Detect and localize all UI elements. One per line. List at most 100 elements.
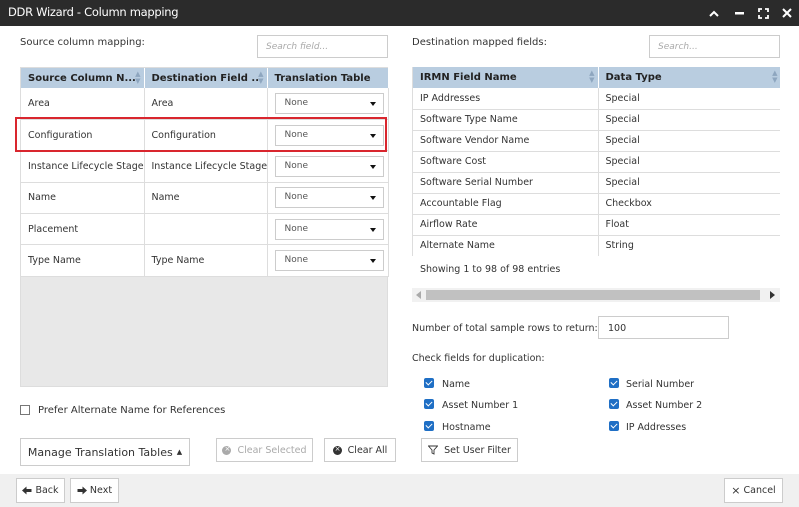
dup-label-hostname: Hostname	[442, 422, 491, 433]
dup-checkbox-asset-number-1[interactable]	[424, 399, 434, 409]
minimize-icon[interactable]	[728, 0, 750, 26]
close-icon[interactable]	[776, 0, 798, 26]
table-row[interactable]: Instance Lifecycle Stage Instance Lifecy…	[21, 150, 389, 183]
field-name-cell: Airflow Rate	[413, 214, 599, 236]
column-header-source[interactable]: Source Column N... ▲ ▼	[21, 68, 145, 88]
close-icon: ×	[731, 484, 741, 497]
translation-cell: None	[267, 244, 389, 277]
clear-circle-icon: ×	[332, 444, 342, 455]
table-row[interactable]: Type Name Type Name None	[21, 244, 389, 277]
clear-selected-button[interactable]: × Clear Selected	[216, 438, 313, 462]
entries-info: Showing 1 to 98 of 98 entries	[420, 264, 561, 275]
table-row[interactable]: Software Serial Number Special	[413, 172, 780, 194]
translation-select[interactable]: None	[274, 155, 384, 177]
data-type-cell: Checkbox	[598, 193, 780, 215]
dup-checkbox-hostname[interactable]	[424, 421, 434, 431]
cancel-button[interactable]: × Cancel	[724, 478, 783, 503]
destination-cell	[144, 213, 268, 246]
translation-select[interactable]: None	[274, 218, 384, 240]
caret-up-icon: ▲	[176, 448, 183, 456]
horizontal-scrollbar[interactable]	[412, 288, 780, 302]
table-row[interactable]: Name Name None	[21, 182, 389, 215]
translation-cell: None	[267, 88, 389, 120]
column-header-translation[interactable]: Translation Table	[267, 68, 389, 88]
data-type-cell: Special	[598, 130, 780, 152]
highlight-box	[15, 117, 387, 152]
dup-checkbox-asset-number-2[interactable]	[609, 399, 619, 409]
source-cell: Area	[21, 88, 145, 120]
destination-mapped-heading: Destination mapped fields:	[412, 37, 547, 48]
dup-checkbox-serial-number[interactable]	[609, 378, 619, 388]
table-row[interactable]: Area Area None	[21, 88, 389, 120]
source-cell: Instance Lifecycle Stage	[21, 150, 145, 183]
field-name-cell: Software Vendor Name	[413, 130, 599, 152]
translation-select[interactable]: None	[274, 92, 384, 114]
dropdown-arrow-icon	[369, 164, 376, 169]
destination-cell: Name	[144, 182, 268, 215]
sort-icon: ▲ ▼	[135, 70, 141, 85]
set-user-filter-button[interactable]: Set User Filter	[421, 438, 518, 462]
field-name-cell: IP Addresses	[413, 88, 599, 110]
dup-checkbox-name[interactable]	[424, 378, 434, 388]
column-header-destination[interactable]: Destination Field ... ▲ ▼	[144, 68, 268, 88]
translation-cell: None	[267, 182, 389, 215]
translation-cell: None	[267, 213, 389, 246]
arrow-right-icon	[77, 486, 87, 495]
destination-cell: Area	[144, 88, 268, 120]
data-type-cell: Special	[598, 172, 780, 194]
next-button[interactable]: Next	[70, 478, 119, 503]
prefer-alternate-label: Prefer Alternate Name for References	[38, 405, 226, 416]
clear-circle-icon: ×	[222, 444, 232, 455]
data-type-cell: Special	[598, 151, 780, 173]
translation-select[interactable]: None	[274, 187, 384, 209]
title-bar: DDR Wizard - Column mapping	[0, 0, 799, 26]
table-header-row: IRMN Field Name ▲ ▼ Data Type ▲ ▼	[413, 67, 780, 88]
scrollbar-thumb[interactable]	[426, 290, 760, 300]
source-search-input[interactable]	[257, 35, 388, 58]
table-row[interactable]: Software Vendor Name Special	[413, 130, 780, 152]
dropdown-arrow-icon	[369, 196, 376, 201]
window-title: DDR Wizard - Column mapping	[8, 5, 179, 19]
table-row[interactable]: Software Cost Special	[413, 151, 780, 173]
table-row[interactable]: Accountable Flag Checkbox	[413, 193, 780, 215]
prefer-alternate-checkbox[interactable]	[20, 405, 30, 415]
chevron-up-icon[interactable]	[703, 0, 725, 26]
data-type-cell: Float	[598, 214, 780, 236]
data-type-cell: String	[598, 235, 780, 256]
field-name-cell: Software Cost	[413, 151, 599, 173]
translation-cell: None	[267, 150, 389, 183]
sort-icon: ▲ ▼	[589, 69, 595, 84]
destination-search-input[interactable]	[649, 35, 780, 58]
table-row[interactable]: Placement None	[21, 213, 389, 246]
table-row[interactable]: Software Type Name Special	[413, 109, 780, 131]
footer-bar: Back Next × Cancel	[0, 474, 799, 507]
clear-all-button[interactable]: × Clear All	[324, 438, 396, 462]
table-row[interactable]: Alternate Name String	[413, 235, 780, 256]
arrow-left-icon	[22, 486, 32, 495]
destination-cell: Instance Lifecycle Stage	[144, 150, 268, 183]
source-cell: Name	[21, 182, 145, 215]
back-button[interactable]: Back	[16, 478, 65, 503]
source-mapping-heading: Source column mapping:	[20, 37, 145, 48]
scroll-right-icon[interactable]	[770, 291, 775, 299]
column-header-field-name[interactable]: IRMN Field Name ▲ ▼	[413, 67, 599, 88]
dup-label-asset-number-1: Asset Number 1	[442, 400, 519, 411]
translation-select[interactable]: None	[274, 250, 384, 272]
destination-fields-table: IRMN Field Name ▲ ▼ Data Type ▲ ▼ IP Address…	[412, 67, 780, 256]
table-header-row: Source Column N... ▲ ▼ Destination Field .…	[21, 68, 389, 88]
manage-translation-tables-button[interactable]: Manage Translation Tables ▲	[20, 438, 190, 466]
table-row[interactable]: Airflow Rate Float	[413, 214, 780, 236]
dup-label-ip-addresses: IP Addresses	[626, 422, 687, 433]
maximize-icon[interactable]	[752, 0, 774, 26]
column-header-data-type[interactable]: Data Type ▲ ▼	[598, 67, 780, 88]
dup-checkbox-ip-addresses[interactable]	[609, 421, 619, 431]
table-row[interactable]: IP Addresses Special	[413, 88, 780, 110]
destination-cell: Type Name	[144, 244, 268, 277]
dup-label-serial-number: Serial Number	[626, 379, 695, 390]
sample-rows-input[interactable]: 100	[598, 316, 729, 339]
dup-label-asset-number-2: Asset Number 2	[626, 400, 703, 411]
scroll-left-icon[interactable]	[416, 291, 421, 299]
field-name-cell: Alternate Name	[413, 235, 599, 256]
data-type-cell: Special	[598, 109, 780, 131]
dup-label-name: Name	[442, 379, 471, 390]
